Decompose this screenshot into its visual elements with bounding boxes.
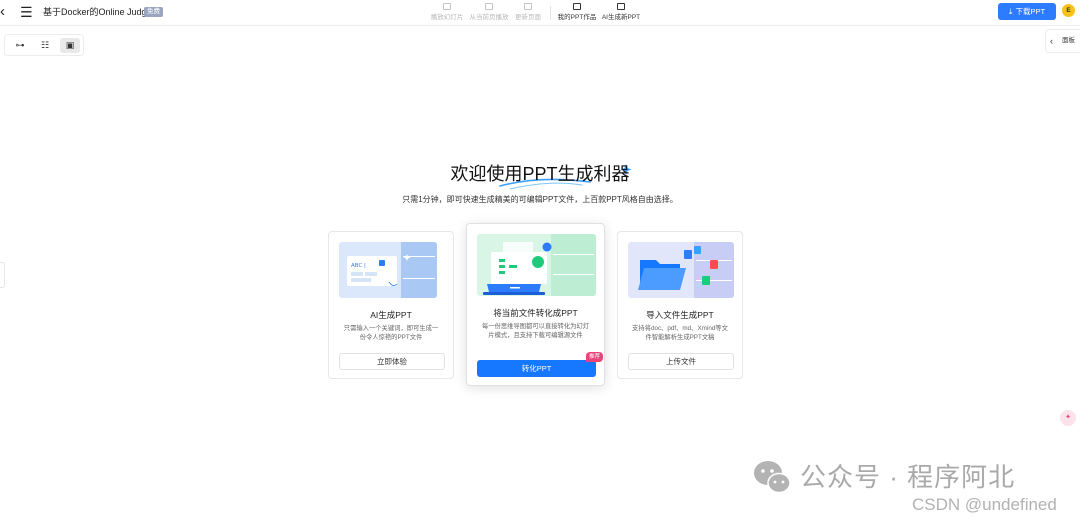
free-badge: 免费	[144, 7, 163, 17]
my-ppt-button[interactable]: 我的PPT作品	[552, 3, 602, 22]
toolbar-divider	[550, 6, 551, 20]
card-title: 导入文件生成PPT	[646, 310, 714, 320]
update-page-label: 更新页面	[515, 14, 541, 21]
card-description: 支持将doc、pdf、md、Xmind等文件智能解析生成PPT文稿	[632, 325, 728, 341]
play-slides-icon	[443, 3, 451, 10]
hamburger-icon[interactable]: ☰	[20, 4, 34, 20]
download-ppt-button[interactable]: ⤓ 下载PPT	[998, 3, 1056, 20]
document-title[interactable]: 基于Docker的Online Judg...	[43, 6, 154, 18]
outline-view-icon[interactable]: ☷	[35, 38, 55, 53]
left-panel-handle[interactable]	[0, 262, 5, 288]
top-toolbar: ‹ ☰ 基于Docker的Online Judg... 免费 播放幻灯片 从当前…	[0, 0, 1080, 26]
my-ppt-label: 我的PPT作品	[557, 14, 597, 21]
card-description: 只需输入一个关键词，即可生成一份令人惊艳的PPT文件	[343, 325, 439, 341]
chevron-left-icon: ‹	[1050, 36, 1053, 46]
ai-assistant-icon[interactable]: ✦	[1060, 410, 1076, 426]
ai-new-ppt-icon	[617, 3, 625, 10]
chevron-left-icon[interactable]: ‹	[0, 4, 14, 20]
card-description: 每一份思维导图都可以直接转化为幻灯片模式，且支持下载可编辑源文件	[481, 323, 590, 339]
convert-file-card[interactable]: 将当前文件转化成PPT 每一份思维导图都可以直接转化为幻灯片模式，且支持下载可编…	[466, 223, 605, 386]
play-current-icon	[485, 3, 493, 10]
card-title: AI生成PPT	[370, 310, 412, 320]
card-title: 将当前文件转化成PPT	[493, 308, 578, 318]
watermark-wechat-account: 公众号 · 程序阿北	[800, 462, 1016, 492]
convert-file-illustration	[477, 234, 596, 296]
mindmap-view-icon[interactable]: ⊶	[10, 38, 30, 53]
try-now-button[interactable]: 立即体验	[339, 353, 445, 370]
upload-file-button[interactable]: 上传文件	[628, 353, 734, 370]
ai-new-ppt-label: AI生成新PPT	[601, 14, 641, 21]
my-ppt-icon	[573, 3, 581, 10]
watermark-csdn: CSDN @undefined	[912, 495, 1057, 514]
view-switcher: ⊶ ☷ ▣	[4, 34, 84, 56]
ai-generate-illustration: ABC |	[339, 242, 437, 298]
avatar[interactable]: E	[1062, 4, 1075, 17]
panel-toggle[interactable]: ‹ 面板	[1045, 29, 1080, 53]
panel-label: 面板	[1062, 37, 1075, 44]
download-icon: ⤓	[1008, 7, 1013, 16]
recommended-badge: 推荐	[586, 352, 604, 362]
refresh-page-icon	[524, 3, 532, 10]
ppt-view-icon[interactable]: ▣	[60, 38, 80, 53]
download-ppt-label: 下载PPT	[1015, 7, 1046, 16]
update-page-button[interactable]: 更新页面	[503, 3, 553, 22]
import-file-card[interactable]: 导入文件生成PPT 支持将doc、pdf、md、Xmind等文件智能解析生成PP…	[617, 231, 743, 379]
ppt-generator-page: ‹ ☰ 基于Docker的Online Judg... 免费 播放幻灯片 从当前…	[0, 0, 1080, 522]
wechat-icon	[754, 461, 791, 494]
ai-generate-card[interactable]: ABC | AI生成PPT 只需输入一个关键词，即可生成一份令人惊艳的PPT文件…	[328, 231, 454, 379]
ai-new-ppt-button[interactable]: AI生成新PPT	[596, 3, 646, 22]
import-file-illustration	[628, 242, 734, 298]
convert-ppt-button[interactable]: 转化PPT	[477, 360, 596, 377]
page-subtitle: 只需1分钟，即可快速生成精美的可编辑PPT文件，上百款PPT风格自由选择。	[402, 195, 678, 204]
abc-input-text: ABC |	[351, 263, 366, 269]
page-title: 欢迎使用PPT生成利器	[450, 164, 630, 184]
